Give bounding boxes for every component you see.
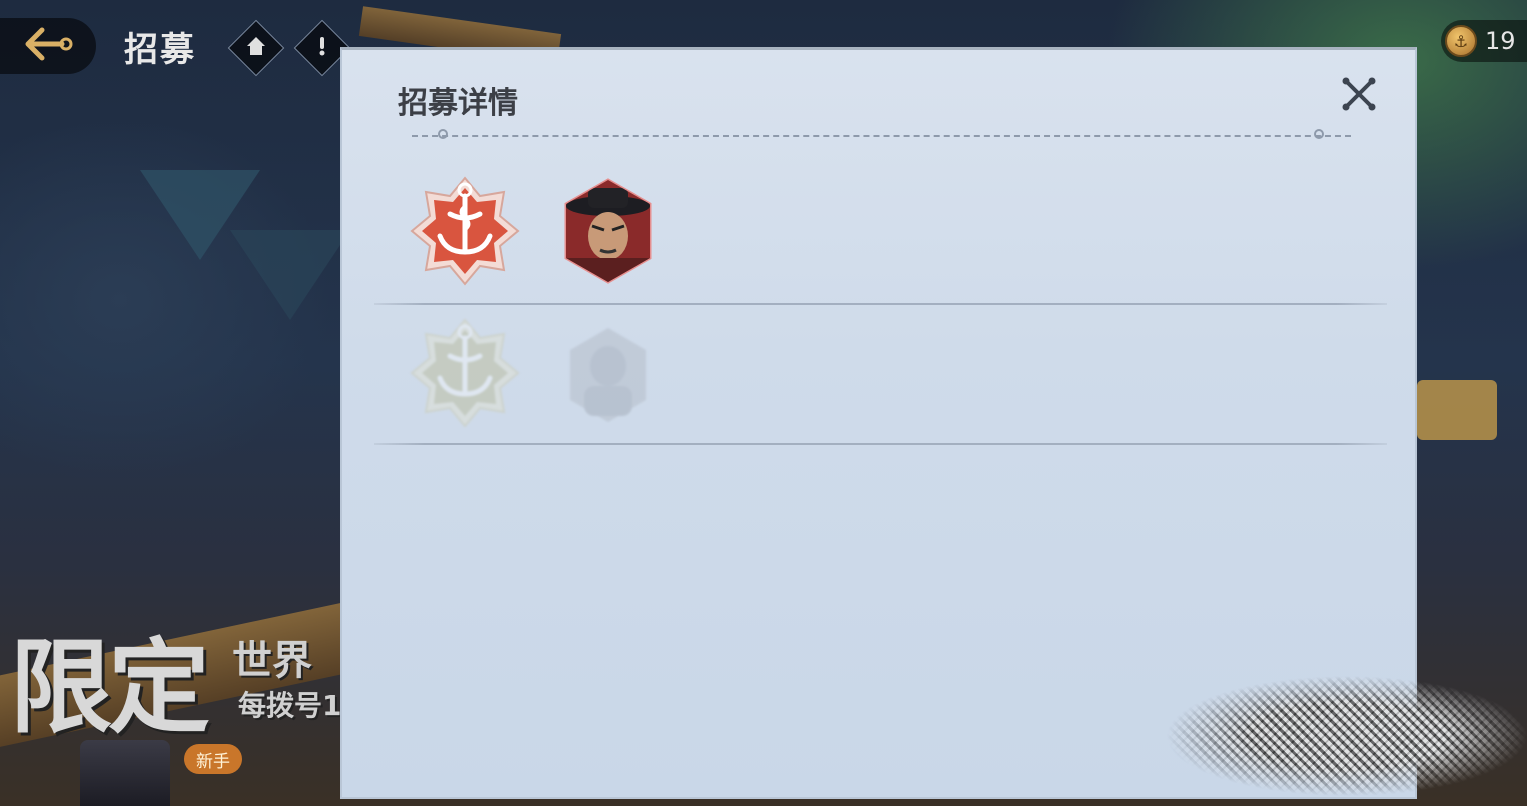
- character-portrait-silhouette[interactable]: [562, 322, 654, 428]
- row-divider: [374, 303, 1387, 305]
- close-button[interactable]: [1339, 76, 1379, 116]
- character-thumbnail[interactable]: [80, 740, 170, 806]
- obscured-overlay: [1157, 666, 1527, 806]
- exclamation-icon: [310, 34, 334, 62]
- title-divider: [412, 135, 1351, 137]
- banner-line-1: 世界: [232, 638, 312, 684]
- banner-line-2: 每拨号1: [238, 689, 342, 722]
- banner-big-text: 限定: [10, 629, 210, 748]
- page-title: 招募: [124, 30, 196, 70]
- arrow-back-icon: [20, 24, 76, 68]
- divider-ornament-icon: [1314, 129, 1324, 139]
- divider-ornament-icon: [438, 129, 448, 139]
- back-button[interactable]: [0, 18, 96, 74]
- row-divider: [374, 443, 1387, 445]
- crossed-bones-close-icon: [1341, 76, 1377, 116]
- currency-display[interactable]: ⚓ 19: [1441, 20, 1527, 62]
- modal-title: 招募详情: [398, 86, 518, 121]
- background-ship-rail: [1417, 380, 1497, 440]
- background-shape: [230, 230, 350, 320]
- coin-icon: ⚓: [1445, 25, 1477, 57]
- anchor-rank-icon: [410, 176, 520, 286]
- currency-value: 19: [1485, 27, 1516, 55]
- character-portrait-mihawk[interactable]: [562, 178, 654, 284]
- home-icon: [244, 34, 268, 62]
- anchor-rank-icon: [410, 318, 520, 428]
- new-player-badge: 新手: [184, 744, 242, 774]
